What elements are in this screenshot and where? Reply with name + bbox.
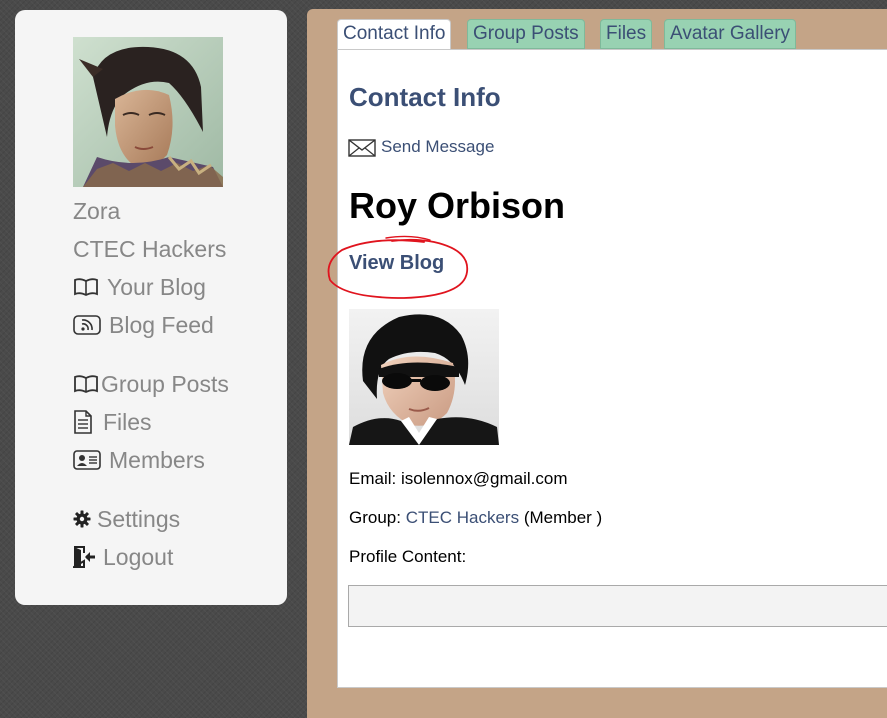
sidebar-item-files[interactable]: Files xyxy=(73,407,152,437)
sidebar-item-label: Your Blog xyxy=(107,273,206,300)
sidebar-item-label: Settings xyxy=(97,505,181,532)
send-message-link[interactable]: Send Message xyxy=(348,137,494,157)
view-blog-link[interactable]: View Blog xyxy=(349,252,444,275)
send-message-label: Send Message xyxy=(381,137,495,156)
logout-icon xyxy=(73,546,97,568)
profile-content-box xyxy=(348,585,887,627)
sidebar-item-blog-feed[interactable]: Blog Feed xyxy=(73,310,214,340)
section-title: Contact Info xyxy=(349,82,501,112)
sidebar-item-label: Logout xyxy=(103,543,174,570)
email-value: isolennox@gmail.com xyxy=(400,469,568,488)
sidebar-username[interactable]: Zora xyxy=(73,196,120,226)
sidebar-item-label: Files xyxy=(103,408,152,435)
email-line: Email: isolennox@gmail.com xyxy=(349,469,568,489)
envelope-icon xyxy=(348,139,376,157)
sidebar-item-members[interactable]: Members xyxy=(73,445,205,475)
sidebar-group-name[interactable]: CTEC Hackers xyxy=(73,234,226,264)
book-icon xyxy=(73,277,99,297)
group-role: (Member ) xyxy=(523,508,603,527)
sidebar-item-label: Members xyxy=(109,446,205,473)
tab-files[interactable]: Files xyxy=(600,19,653,49)
tab-label: Contact Info xyxy=(343,23,446,44)
tab-label: Group Posts xyxy=(473,23,579,44)
tab-label: Files xyxy=(606,23,647,44)
contact-info-panel: Contact Info Send Message Roy Orbison Vi… xyxy=(327,49,887,688)
sidebar-item-logout[interactable]: Logout xyxy=(73,542,173,572)
file-icon xyxy=(73,410,93,434)
sidebar-item-label: Blog Feed xyxy=(109,311,214,338)
id-card-icon xyxy=(73,450,101,470)
tab-group-posts[interactable]: Group Posts xyxy=(467,19,585,49)
profile-content-line: Profile Content: xyxy=(349,547,466,567)
group-label: Group: xyxy=(349,508,401,527)
sidebar-item-group-posts[interactable]: Group Posts xyxy=(73,369,229,399)
rss-icon xyxy=(73,315,101,335)
tab-contact-info[interactable]: Contact Info xyxy=(337,19,452,50)
email-label: Email: xyxy=(349,469,397,488)
book-icon xyxy=(73,374,99,394)
group-link[interactable]: CTEC Hackers xyxy=(406,508,519,527)
gear-icon xyxy=(73,510,91,528)
profile-name: Roy Orbison xyxy=(349,185,566,226)
user-avatar[interactable] xyxy=(73,37,223,187)
profile-content-label: Profile Content: xyxy=(349,547,467,566)
sidebar-group-name-text: CTEC Hackers xyxy=(73,235,227,262)
sidebar-item-label: Group Posts xyxy=(101,370,229,397)
sidebar-item-settings[interactable]: Settings xyxy=(73,504,180,534)
tab-avatar-gallery[interactable]: Avatar Gallery xyxy=(664,19,797,49)
tab-label: Avatar Gallery xyxy=(670,23,791,44)
sidebar-username-text: Zora xyxy=(73,197,121,224)
profile-photo xyxy=(349,309,499,445)
sidebar-item-your-blog[interactable]: Your Blog xyxy=(73,272,206,302)
group-line: Group: CTEC Hackers (Member ) xyxy=(349,508,602,528)
sidebar: Zora CTEC Hackers Your Blog Blog Feed Gr… xyxy=(15,10,287,605)
